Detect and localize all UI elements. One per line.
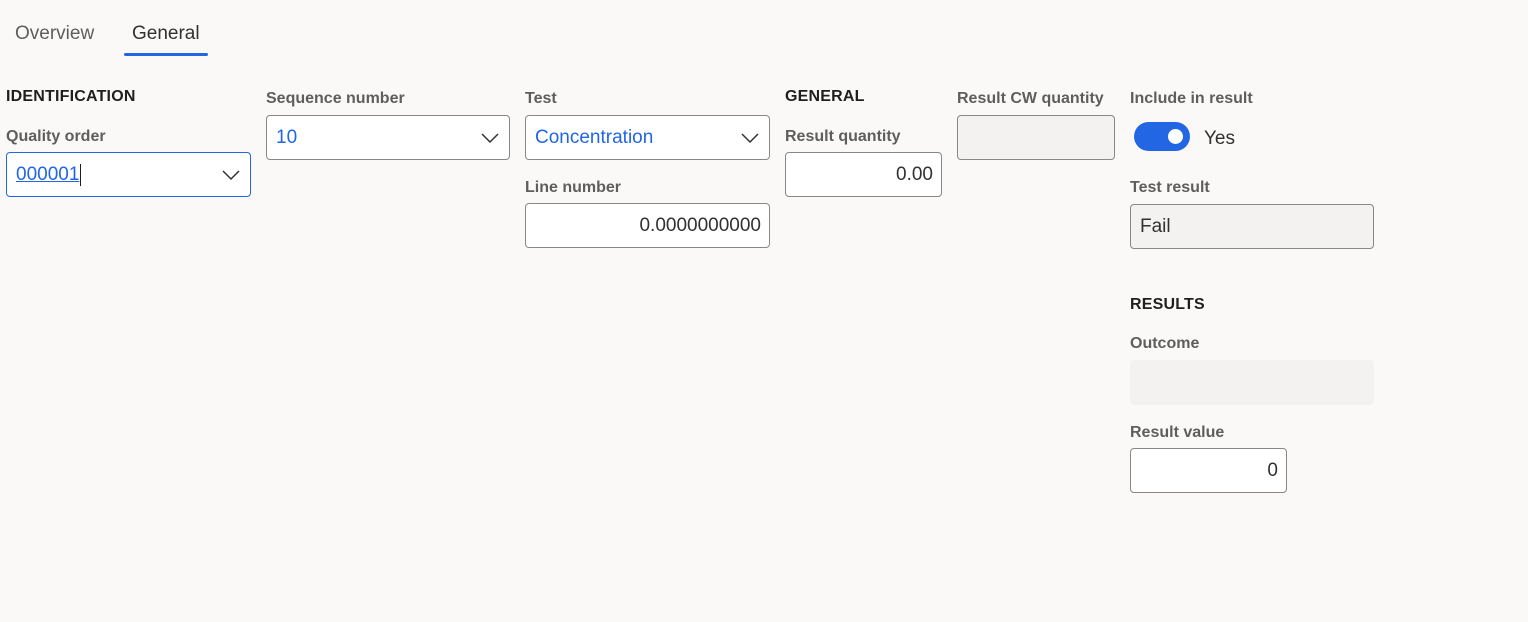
tab-overview[interactable]: Overview	[15, 20, 94, 56]
include-in-result-label: Include in result	[1130, 90, 1253, 107]
identification-heading: IDENTIFICATION	[6, 88, 136, 105]
line-number-input[interactable]: 0.0000000000	[525, 203, 770, 248]
general-heading: GENERAL	[785, 88, 865, 105]
outcome-label: Outcome	[1130, 335, 1200, 352]
sequence-number-value: 10	[276, 127, 298, 148]
test-result-label: Test result	[1130, 179, 1210, 196]
include-in-result-value: Yes	[1204, 128, 1235, 149]
quality-order-value[interactable]: 000001	[16, 164, 79, 185]
test-result-input: Fail	[1130, 204, 1374, 249]
chevron-down-icon[interactable]	[740, 128, 760, 148]
result-value-label: Result value	[1130, 424, 1225, 441]
result-value-input[interactable]: 0	[1130, 448, 1287, 493]
chevron-down-icon[interactable]	[480, 128, 500, 148]
line-number-label: Line number	[525, 179, 622, 196]
chevron-down-icon[interactable]	[221, 165, 241, 185]
result-cw-quantity-input	[957, 115, 1115, 160]
sequence-number-input[interactable]: 10	[266, 115, 510, 160]
test-value: Concentration	[535, 127, 654, 148]
include-in-result-toggle[interactable]	[1134, 122, 1190, 151]
test-input[interactable]: Concentration	[525, 115, 770, 160]
text-caret	[80, 163, 82, 186]
result-quantity-input[interactable]: 0.00	[785, 152, 942, 197]
test-label: Test	[525, 90, 557, 107]
outcome-input	[1130, 360, 1374, 405]
toggle-knob	[1168, 129, 1183, 144]
result-quantity-label: Result quantity	[785, 128, 901, 145]
quality-order-label: Quality order	[6, 128, 106, 145]
tab-general[interactable]: General	[124, 20, 208, 56]
sequence-number-label: Sequence number	[266, 90, 405, 107]
result-cw-quantity-label: Result CW quantity	[957, 90, 1104, 107]
quality-order-input[interactable]: 000001	[6, 152, 251, 197]
results-heading: RESULTS	[1130, 296, 1205, 313]
